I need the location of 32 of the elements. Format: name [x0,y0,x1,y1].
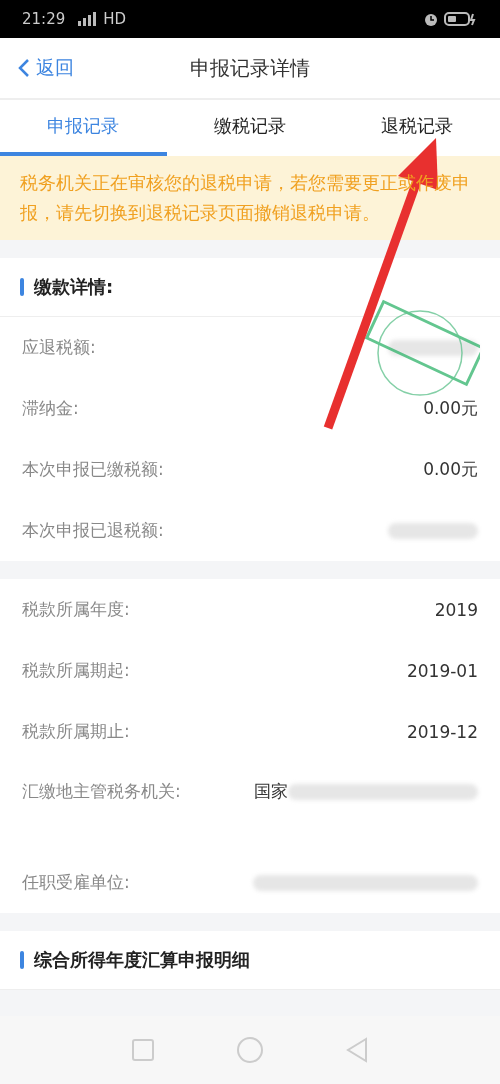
field-value: 2019 [434,599,478,620]
field-label: 任职受雇单位: [22,871,130,894]
section-marker [20,951,24,969]
field-value: 2019-12 [406,721,478,742]
home-icon[interactable] [237,1037,263,1063]
field-label: 本次申报已缴税额: [22,458,164,481]
signal-icon [76,12,99,26]
tab[interactable]: 缴税记录 [166,100,334,156]
section-marker [20,278,24,296]
back-icon[interactable] [346,1037,369,1063]
back-button[interactable]: 返回 [18,55,74,81]
chevron-left-icon [18,58,30,78]
page-title: 申报记录详情 [190,54,310,82]
battery-icon [444,11,478,27]
section-title: 综合所得年度汇算申报明细 [34,948,250,972]
tab[interactable]: 退税记录 [333,100,500,156]
clock: 21:29 [22,10,66,28]
section-title: 缴款详情: [34,275,114,299]
field-label: 滞纳金: [22,397,79,420]
field-value: 0.00元 [423,458,478,481]
recents-icon[interactable] [131,1039,154,1061]
alarm-icon [423,11,439,27]
field-label: 税款所属期起: [22,659,130,682]
field-label: 汇缴地主管税务机关: [22,780,181,803]
field-value: 0.00元 [423,397,478,420]
field-label: 税款所属期止: [22,720,130,743]
field-label: 应退税额: [22,336,96,359]
field-value: 国家 [254,780,288,803]
field-value: 2019-01 [406,660,478,681]
network-label: HD [103,10,127,28]
field-label: 本次申报已退税额: [22,519,164,542]
field-label: 税款所属年度: [22,598,130,621]
